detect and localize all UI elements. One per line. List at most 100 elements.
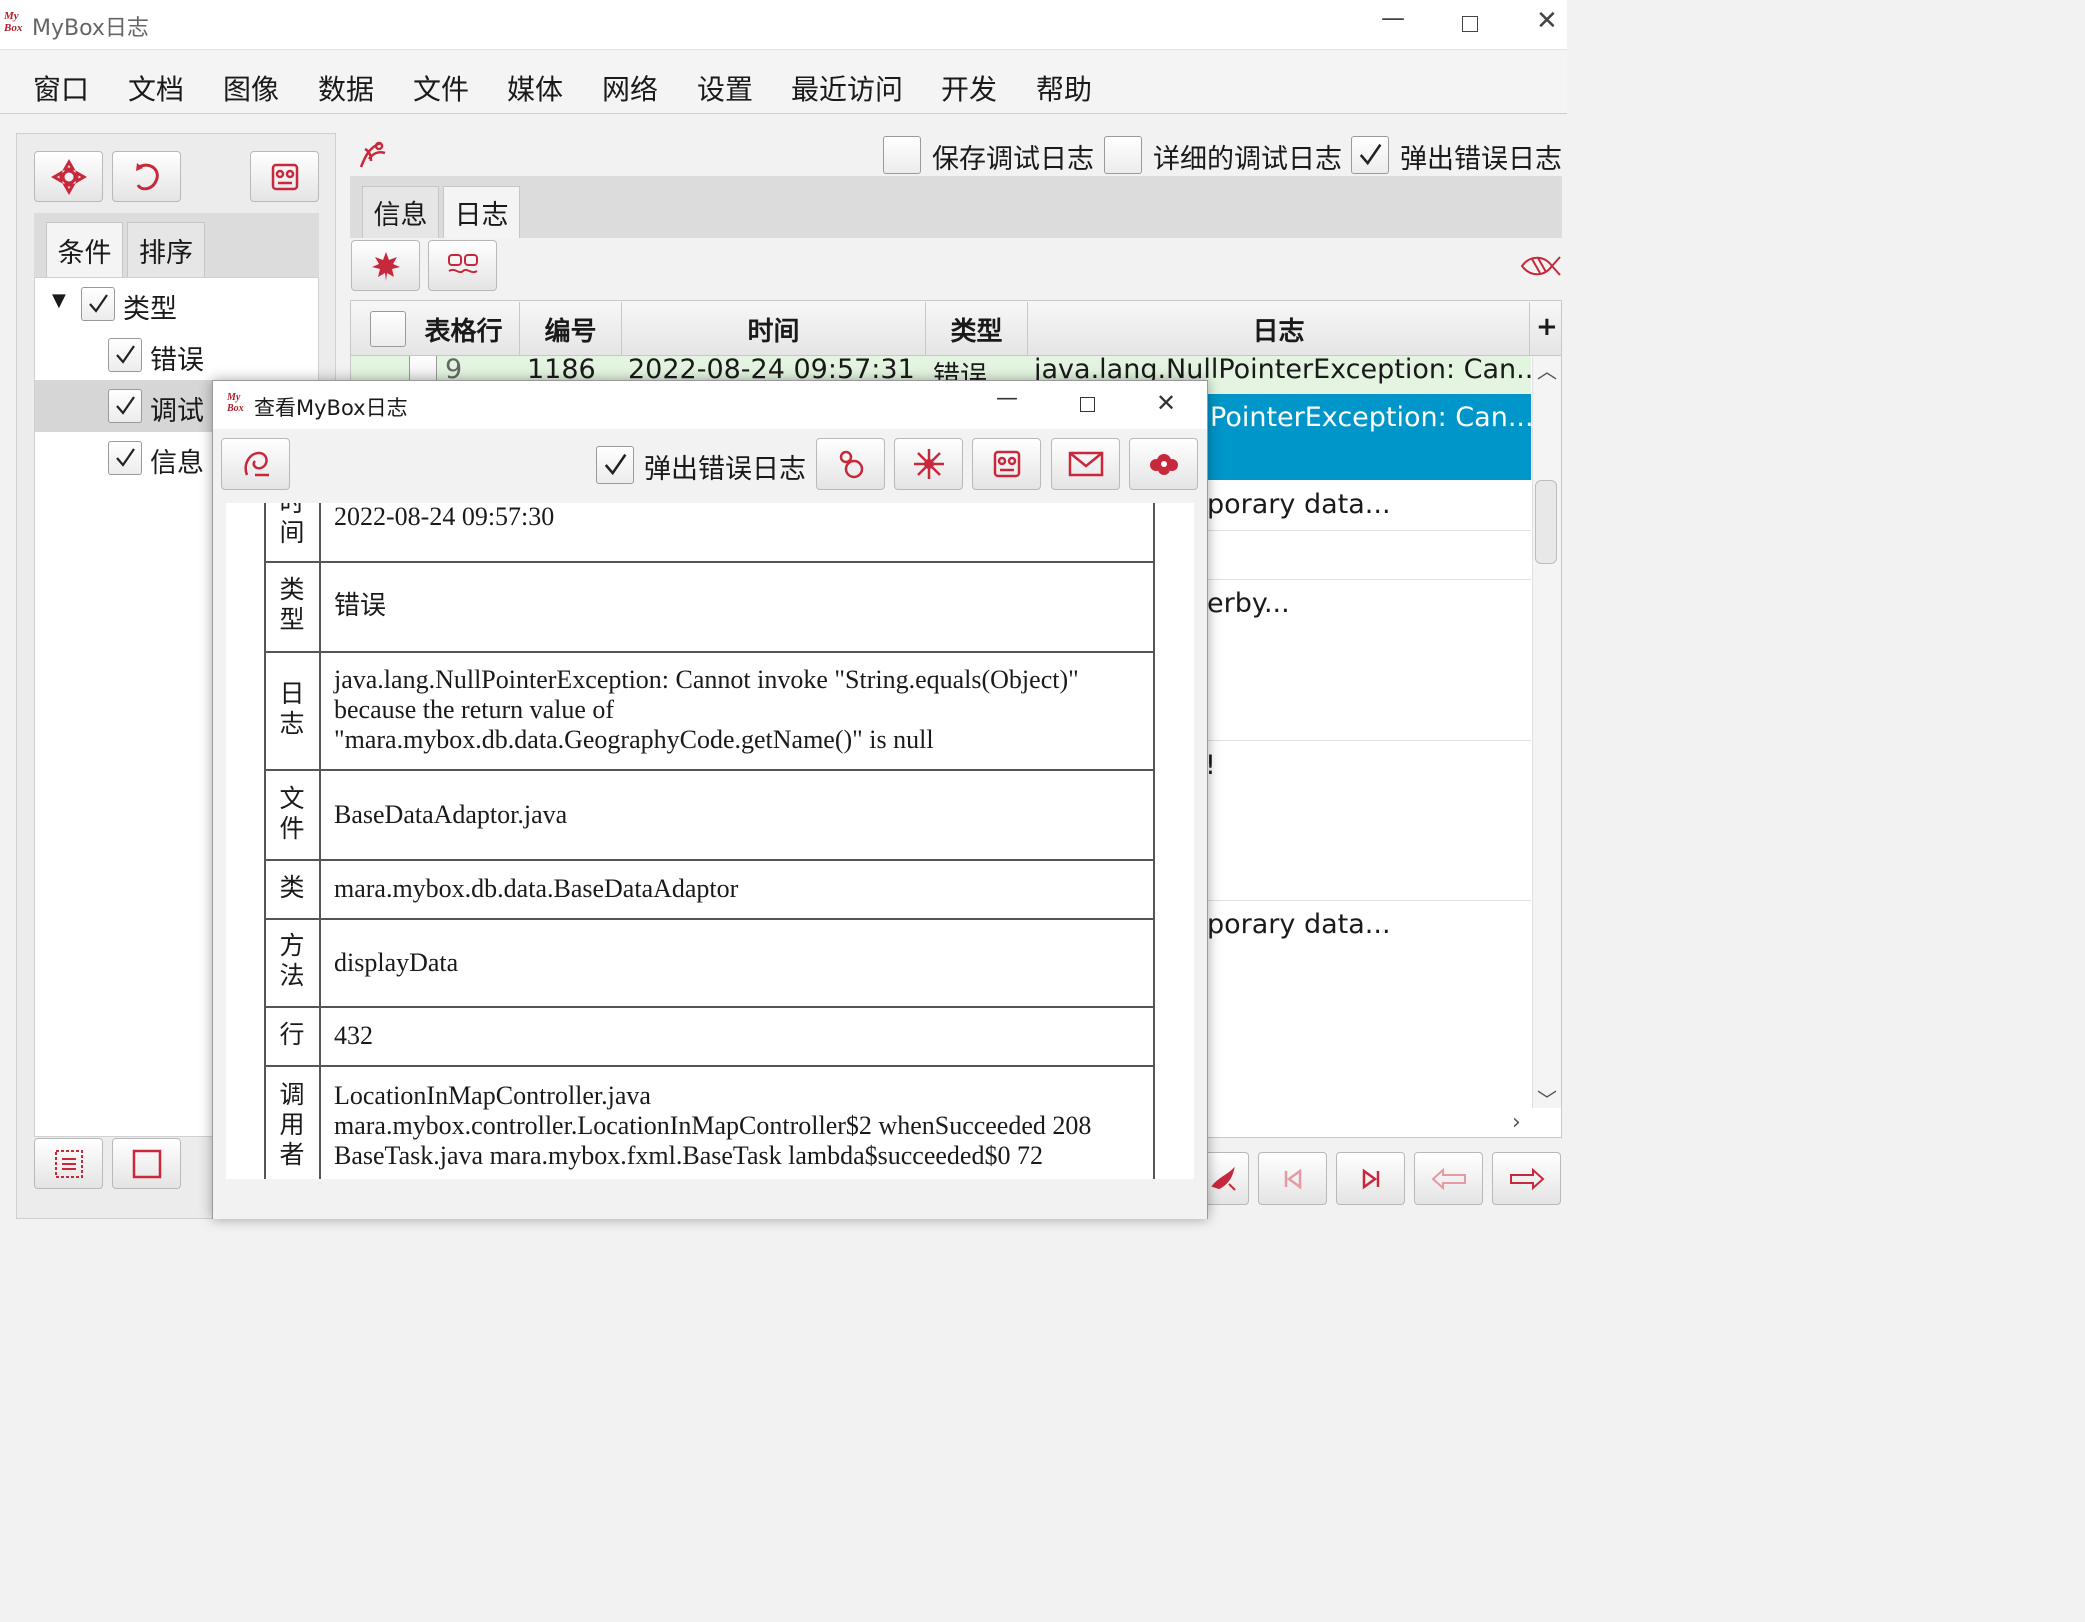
refresh-icon — [135, 162, 159, 190]
detail-value-line: 432 — [334, 1021, 373, 1050]
column-header-id[interactable]: 编号 — [520, 302, 622, 356]
tab-conditions[interactable]: 条件 — [46, 222, 123, 277]
save-debug-checkbox[interactable] — [883, 136, 921, 174]
scroll-down-icon[interactable]: ﹀ — [1537, 1084, 1557, 1113]
menu-recent[interactable]: 最近访问 — [791, 68, 903, 108]
next-page-button[interactable] — [1492, 1152, 1561, 1205]
column-header-row[interactable]: 表格行 — [408, 302, 520, 356]
tree-error-checkbox[interactable] — [108, 338, 142, 372]
detail-label-log: 日 志 — [279, 681, 305, 738]
menu-window[interactable]: 窗口 — [33, 68, 89, 108]
totem-icon — [271, 163, 298, 190]
menu-network[interactable]: 网络 — [602, 68, 658, 108]
row-divider — [1205, 740, 1531, 741]
popup-error-checkbox[interactable] — [1351, 136, 1389, 174]
column-header-log[interactable]: 日志 — [1028, 302, 1530, 356]
tree-debug-checkbox[interactable] — [108, 389, 142, 423]
first-page-button[interactable] — [1258, 1152, 1327, 1205]
refresh-button[interactable] — [112, 151, 181, 202]
chrysanthemum-icon — [913, 449, 944, 479]
dialog-maximize-button[interactable] — [1080, 397, 1095, 412]
detail-value-log: java.lang.NullPointerException: Cannot i… — [334, 665, 1079, 754]
menu-settings[interactable]: 设置 — [697, 68, 753, 108]
detail-label-type: 类 型 — [279, 577, 305, 634]
tab-log[interactable]: 日志 — [443, 186, 520, 238]
menu-document[interactable]: 文档 — [128, 68, 184, 108]
select-none-button[interactable] — [112, 1138, 181, 1189]
menu-file[interactable]: 文件 — [413, 68, 469, 108]
popup-error-label: 弹出错误日志 — [1400, 144, 1562, 175]
row-divider — [1205, 530, 1531, 531]
dialog-home-button[interactable] — [221, 438, 290, 490]
column-header-time[interactable]: 时间 — [622, 302, 926, 356]
maximize-button[interactable] — [1462, 16, 1478, 32]
delete-button[interactable] — [351, 240, 420, 291]
arrow-left-icon — [1431, 1167, 1466, 1190]
detail-row-divider — [264, 561, 1155, 563]
last-page-icon — [1362, 1168, 1379, 1189]
dialog-popup-error-checkbox[interactable] — [596, 446, 634, 484]
detail-value-class: mara.mybox.db.data.BaseDataAdaptor — [334, 874, 739, 903]
tree-debug-label: 调试 — [150, 396, 204, 427]
vertical-scrollbar[interactable] — [1532, 356, 1561, 1108]
select-all-button[interactable] — [34, 1138, 103, 1189]
menu-develop[interactable]: 开发 — [941, 68, 997, 108]
add-column-icon[interactable]: + — [1536, 312, 1558, 342]
detail-label-class: 类 — [279, 875, 305, 902]
detail-row-divider — [264, 651, 1155, 653]
row-divider — [1205, 579, 1531, 580]
detail-value-method: displayData — [334, 948, 459, 977]
clear-button[interactable] — [250, 151, 319, 202]
tree-type-label: 类型 — [123, 294, 177, 325]
swirl-icon — [244, 451, 269, 477]
dialog-peony-button[interactable] — [1129, 438, 1198, 490]
detailed-debug-checkbox[interactable] — [1104, 136, 1142, 174]
expand-arrow-icon[interactable]: ▼ — [52, 290, 66, 311]
detailed-debug-label: 详细的调试日志 — [1153, 144, 1342, 175]
dialog-minimize-button[interactable]: — — [996, 386, 1018, 411]
bird-icon — [1211, 1166, 1236, 1191]
window-title: MyBox日志 — [32, 16, 149, 41]
dialog-bottom-bar — [213, 1179, 1207, 1219]
menu-data[interactable]: 数据 — [318, 68, 374, 108]
minimize-button[interactable]: — — [1378, 4, 1408, 44]
detail-label-method: 方 法 — [279, 933, 305, 990]
dialog-close-button[interactable]: ✕ — [1156, 389, 1176, 417]
detail-label-line: 行 — [279, 1022, 305, 1049]
tab-sort[interactable]: 排序 — [127, 222, 205, 277]
detail-label-file: 文 件 — [279, 786, 305, 843]
detail-label-clip: 时 间 — [266, 503, 318, 561]
arrow-right-icon — [1509, 1167, 1544, 1190]
scroll-up-icon[interactable]: ︿ — [1537, 355, 1557, 384]
column-header-type[interactable]: 类型 — [926, 302, 1028, 356]
close-button[interactable]: ✕ — [1536, 6, 1558, 36]
tab-info[interactable]: 信息 — [362, 186, 439, 238]
panel-logo-icon — [355, 137, 389, 173]
fish-icon[interactable] — [1518, 249, 1562, 283]
detail-row-divider — [264, 859, 1155, 861]
tree-info-checkbox[interactable] — [108, 441, 142, 475]
dialog-clear-button[interactable] — [972, 438, 1041, 490]
menu-help[interactable]: 帮助 — [1036, 68, 1092, 108]
menu-image[interactable]: 图像 — [223, 68, 279, 108]
last-page-button[interactable] — [1336, 1152, 1405, 1205]
detail-row-divider — [264, 1065, 1155, 1067]
clear-log-button[interactable] — [428, 240, 497, 291]
previous-page-button[interactable] — [1414, 1152, 1483, 1205]
row-log-fragment: erby... — [1207, 588, 1290, 619]
detail-label-time: 时 间 — [279, 503, 305, 547]
select-none-icon — [132, 1149, 161, 1178]
scroll-right-icon[interactable]: › — [1512, 1110, 1521, 1135]
dialog-locate-button[interactable] — [816, 438, 885, 490]
tree-error-label: 错误 — [150, 345, 204, 376]
query-button[interactable] — [34, 151, 103, 202]
dialog-refresh-button[interactable] — [894, 438, 963, 490]
menu-media[interactable]: 媒体 — [507, 68, 563, 108]
tree-type-checkbox[interactable] — [81, 287, 115, 321]
row-log-fragment: porary data... — [1207, 909, 1391, 940]
save-debug-label: 保存调试日志 — [932, 144, 1094, 175]
scrollbar-thumb[interactable] — [1535, 480, 1557, 564]
select-all-rows-checkbox[interactable] — [370, 311, 406, 347]
dialog-email-button[interactable] — [1051, 438, 1120, 490]
app-logo: My Box — [4, 10, 23, 34]
